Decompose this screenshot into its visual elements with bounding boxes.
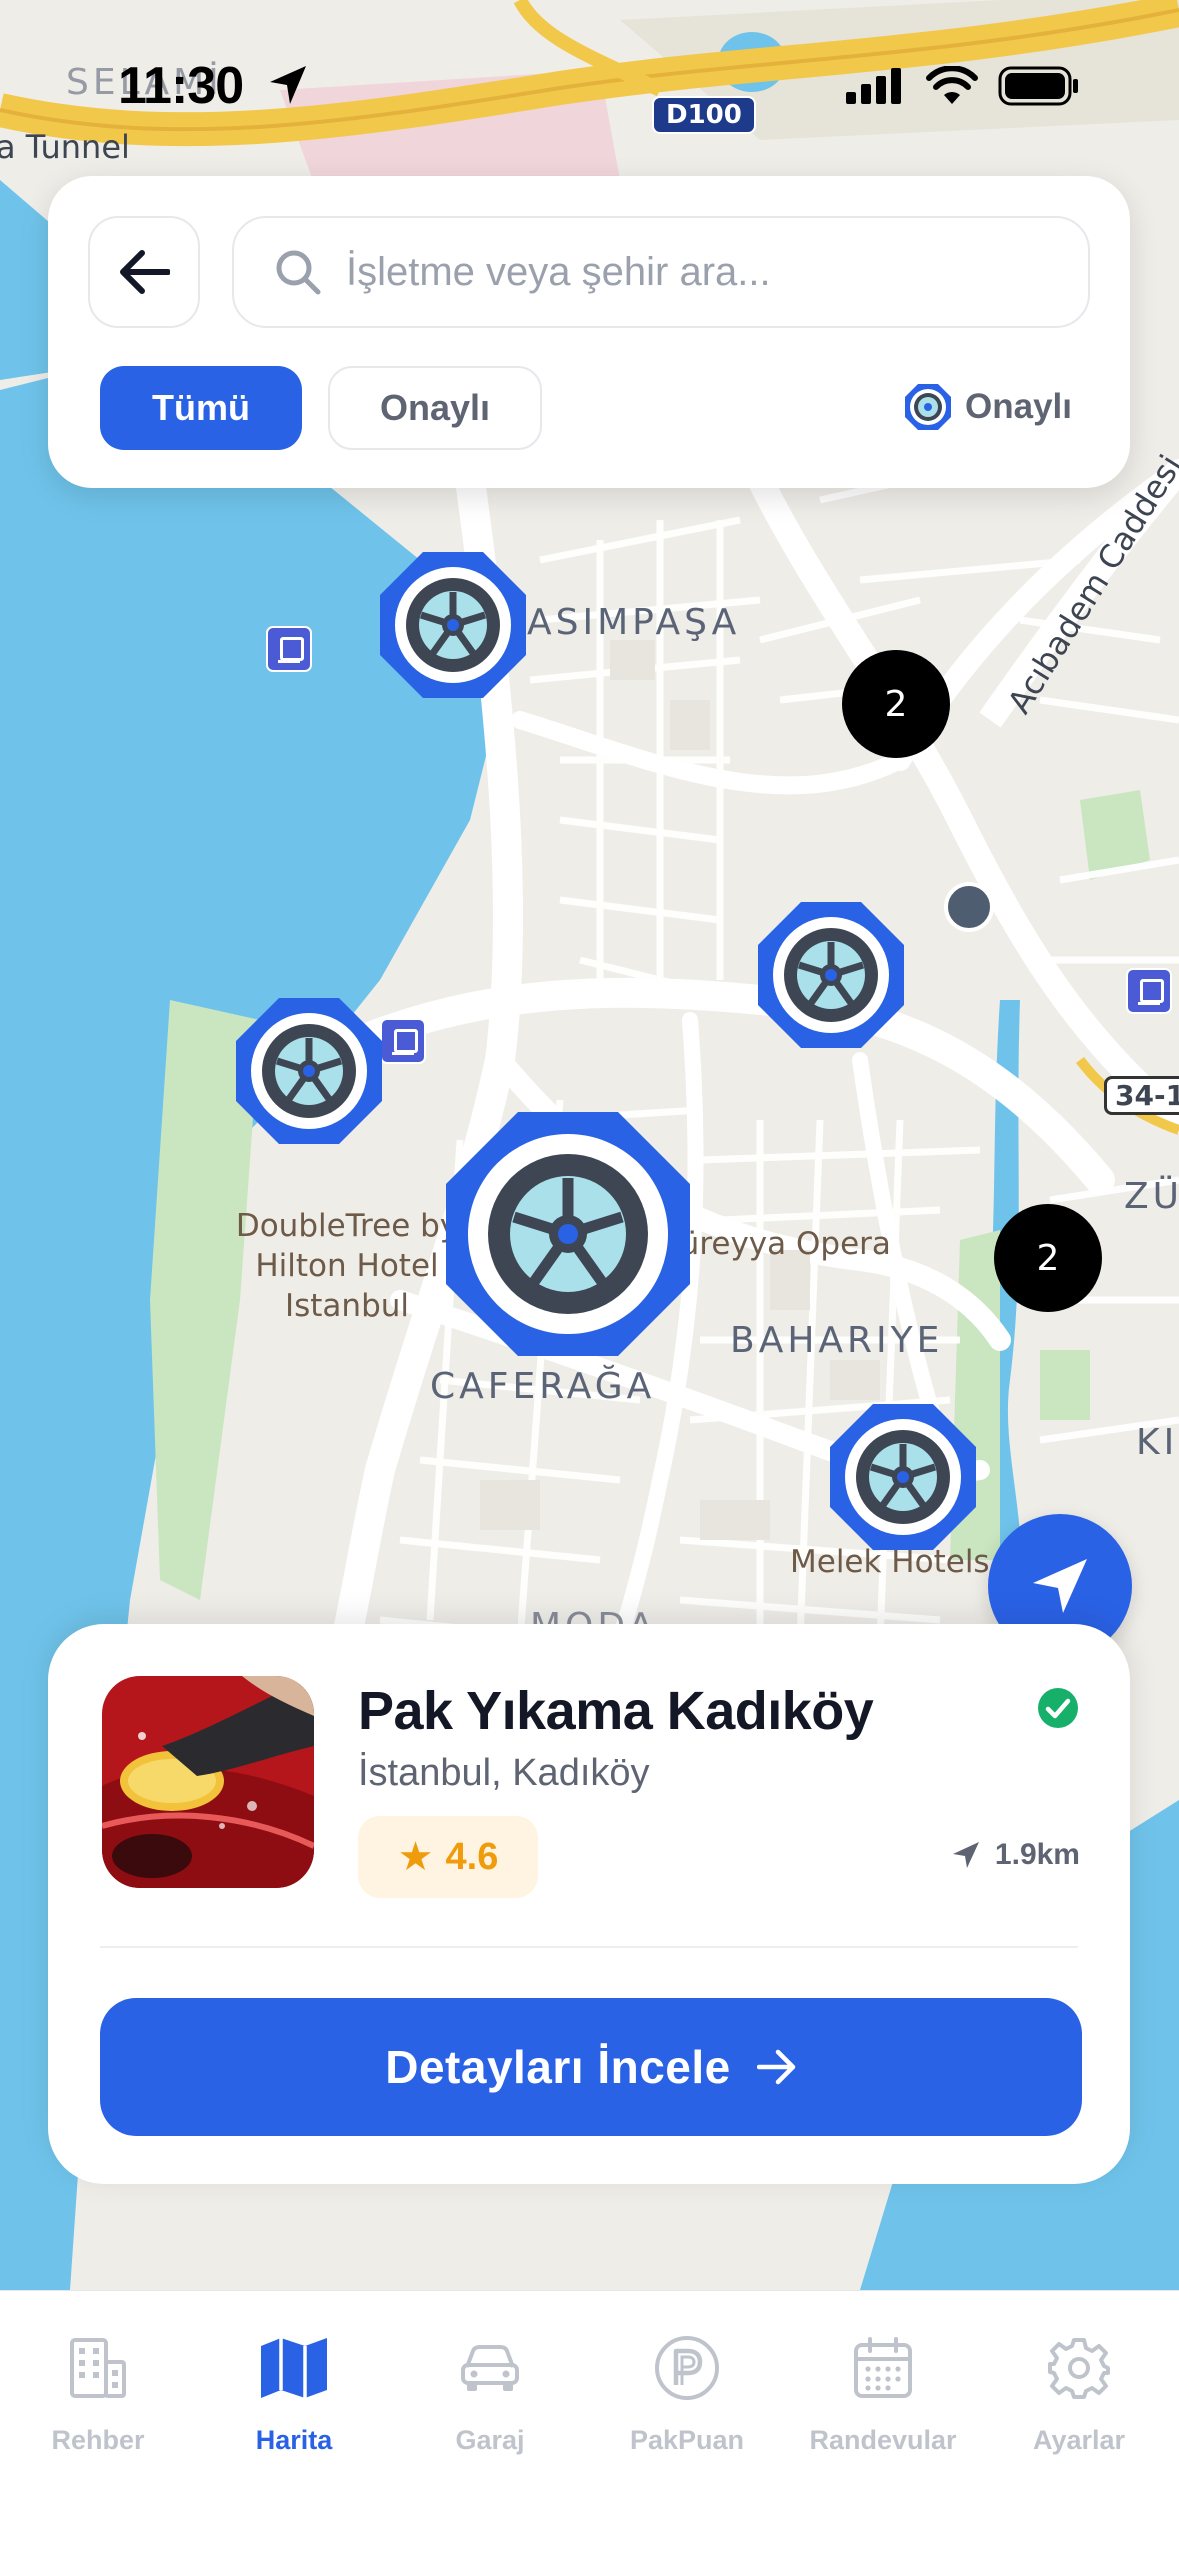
tab-label: Harita [255,2425,333,2455]
navigation-arrow-icon [952,1842,979,1868]
business-card[interactable]: Pak Yıkama Kadıköy İstanbul, Kadıköy ★ 4… [48,1624,1130,2184]
gear-icon [1048,2338,1110,2399]
navigation-arrow-icon [1033,1559,1087,1613]
tab-pakpuan[interactable]: PakPuan [589,2333,785,2456]
view-details-label: Detayları İncele [385,2041,731,2093]
battery-icon [998,66,1078,106]
arrow-right-icon [756,2049,796,2085]
marker-cluster[interactable]: 2 [842,650,950,758]
highway-shield-34: 34-1 [1104,1076,1179,1115]
marker-cluster[interactable]: 2 [994,1204,1102,1312]
poi-label-opera: Süreyya Opera [660,1226,891,1262]
arrow-left-icon [120,250,170,294]
status-bar: 11:30 [0,0,1179,170]
tab-garaj[interactable]: Garaj [392,2333,588,2456]
tab-harita[interactable]: Harita [196,2333,392,2456]
tab-randevular[interactable]: Randevular [785,2333,981,2456]
wifi-icon [926,66,978,104]
rating-badge: ★ 4.6 [358,1816,538,1898]
tab-label: Randevular [809,2425,957,2455]
tab-label: Garaj [455,2425,525,2455]
legend-approved: Onaylı [905,384,1072,430]
business-marker-wheel-icon[interactable] [236,998,382,1144]
distance: 1.9km [951,1838,1080,1872]
legend-label: Onaylı [965,387,1072,426]
status-time: 11:30 [118,57,244,115]
filter-chip-all[interactable]: Tümü [100,366,302,450]
signal-icon [846,68,901,104]
tab-label: Ayarlar [1032,2425,1126,2455]
divider [100,1946,1078,1948]
search-box[interactable] [232,216,1090,328]
tab-label: Rehber [51,2425,145,2455]
location-arrow-icon [270,66,306,104]
transit-station-icon [266,626,312,672]
district-label-kasimpasa: KASIMPAŞA [500,602,741,643]
business-thumbnail [102,1676,314,1888]
rating-value: 4.6 [445,1835,499,1878]
district-label-bahariye: BAHARIYE [730,1320,944,1361]
calendar-icon [854,2337,912,2398]
business-marker-wheel-icon[interactable] [380,552,526,698]
district-label-zu: ZÜ [1124,1176,1179,1217]
business-marker-wheel-icon[interactable] [830,1404,976,1550]
poi-label-doubletree: DoubleTree by Hilton Hotel Istanbul [235,1208,459,1324]
tab-ayarlar[interactable]: Ayarlar [981,2333,1177,2456]
view-details-button[interactable]: Detayları İncele [100,1998,1082,2136]
car-icon [461,2345,519,2391]
map-icon [261,2338,327,2398]
filter-chip-approved[interactable]: Onaylı [328,366,542,450]
business-marker-wheel-icon[interactable] [758,902,904,1048]
business-location: İstanbul, Kadıköy [358,1752,650,1794]
building-icon [70,2338,126,2398]
district-label-ki: KI [1136,1422,1179,1463]
search-input[interactable] [346,249,1046,295]
tab-bar: Rehber Harita Garaj PakPuan Randevular A… [0,2290,1179,2556]
transit-station-icon [1126,968,1172,1014]
star-icon: ★ [397,1835,434,1879]
selected-business-marker-wheel-icon[interactable] [446,1112,690,1356]
search-panel: Tümü Onaylı Onaylı [48,176,1130,488]
wheel-icon [905,384,952,430]
tab-rehber[interactable]: Rehber [0,2333,196,2456]
business-name: Pak Yıkama Kadıköy [358,1681,874,1741]
user-location-dot [944,882,994,932]
verified-check-icon [1038,1688,1078,1728]
district-label-caferaga: CAFERAĞA [430,1366,656,1407]
transit-station-icon [380,1018,426,1064]
points-icon [655,2336,719,2400]
tab-label: PakPuan [629,2425,745,2455]
back-button[interactable] [88,216,200,328]
distance-value: 1.9km [994,1838,1080,1871]
search-icon [276,250,321,295]
